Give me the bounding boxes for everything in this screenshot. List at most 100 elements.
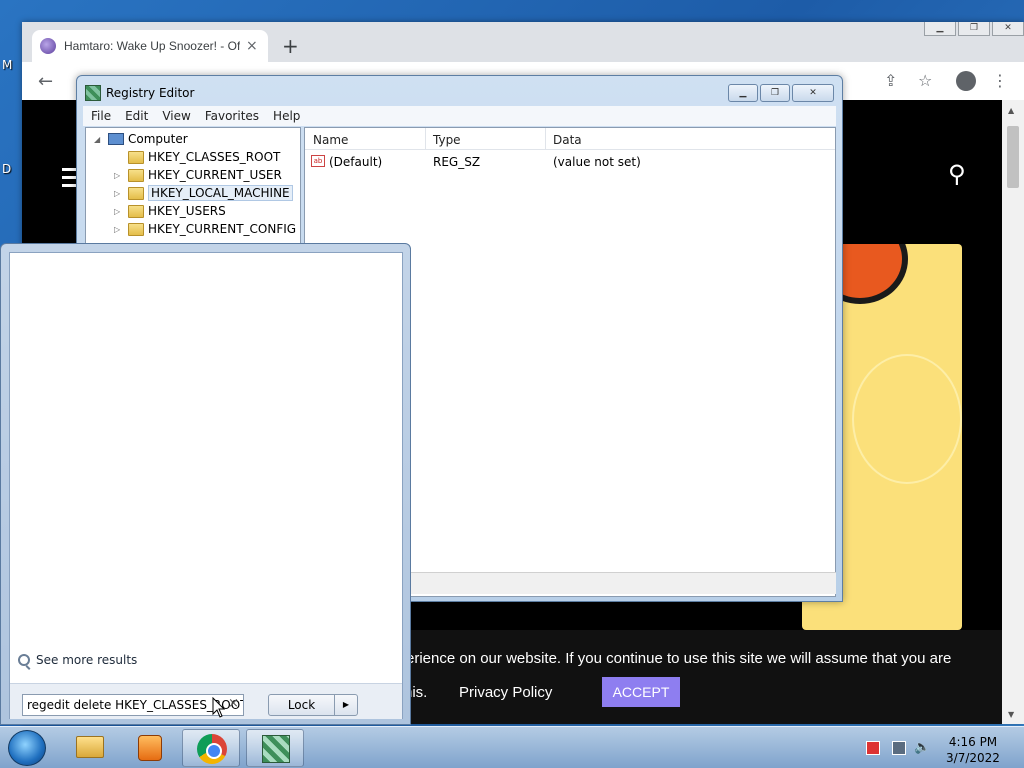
menu-edit[interactable]: Edit: [125, 109, 148, 123]
close-button[interactable]: ✕: [992, 22, 1024, 36]
lock-button[interactable]: Lock ▶: [268, 694, 358, 716]
start-button[interactable]: [8, 730, 46, 766]
accept-button[interactable]: ACCEPT: [602, 677, 680, 707]
privacy-policy-link[interactable]: Privacy Policy: [459, 684, 552, 701]
desktop-label: M: [2, 58, 13, 72]
outer-window-caption: ▁ ❐ ✕: [922, 22, 1024, 36]
tab-title: Hamtaro: Wake Up Snoozer! - Of: [64, 39, 240, 53]
share-icon[interactable]: ⇪: [884, 71, 897, 90]
column-divider[interactable]: [425, 128, 426, 150]
tree-node-label: HKEY_LOCAL_MACHINE: [148, 185, 293, 201]
system-clock[interactable]: 4:16 PM 3/7/2022: [938, 734, 1008, 766]
tree-node-hkcu[interactable]: ▷ HKEY_CURRENT_USER: [114, 166, 282, 184]
maximize-button[interactable]: ❐: [760, 84, 790, 102]
tree-node-label: HKEY_CURRENT_USER: [148, 168, 282, 182]
expand-arrow-icon[interactable]: ▷: [114, 207, 124, 216]
regedit-icon: [262, 735, 290, 763]
clock-date: 3/7/2022: [946, 751, 1000, 765]
tree-node-hku[interactable]: ▷ HKEY_USERS: [114, 202, 226, 220]
tree-node-hklm[interactable]: ▷ HKEY_LOCAL_MACHINE: [114, 184, 293, 202]
search-results-pane: See more results regedit delete HKEY_CLA…: [9, 252, 403, 719]
taskbar: 🔈 4:16 PM 3/7/2022: [0, 726, 1024, 768]
site-menu-icon[interactable]: [62, 168, 76, 188]
browser-tab[interactable]: Hamtaro: Wake Up Snoozer! - Of ×: [32, 30, 268, 62]
start-menu: See more results regedit delete HKEY_CLA…: [0, 243, 411, 725]
menu-bar: File Edit View Favorites Help: [83, 106, 836, 126]
site-favicon-icon: [40, 38, 56, 54]
minimize-button[interactable]: ▁: [924, 22, 956, 36]
menu-help[interactable]: Help: [273, 109, 300, 123]
tab-close-icon[interactable]: ×: [246, 38, 258, 54]
clear-search-icon[interactable]: ×: [228, 696, 239, 711]
column-header-name[interactable]: Name: [313, 133, 348, 147]
string-value-icon: ab: [311, 155, 325, 167]
collapse-arrow-icon[interactable]: ◢: [94, 135, 104, 144]
regedit-icon: [85, 85, 101, 101]
tree-node-label: Computer: [128, 132, 188, 146]
folder-icon: [76, 736, 104, 758]
menu-favorites[interactable]: Favorites: [205, 109, 259, 123]
profile-avatar-icon[interactable]: [956, 71, 976, 91]
mouse-cursor-icon: [212, 697, 226, 718]
expand-arrow-icon[interactable]: ▷: [114, 225, 124, 234]
column-header-data[interactable]: Data: [553, 133, 582, 147]
close-button[interactable]: ✕: [792, 84, 834, 102]
window-title: Registry Editor: [106, 86, 195, 100]
table-row[interactable]: ab (Default) REG_SZ (value not set): [309, 153, 829, 171]
folder-icon: [128, 204, 144, 218]
site-search-icon[interactable]: ⚲: [948, 160, 966, 188]
menu-kebab-icon[interactable]: ⋮: [992, 71, 1008, 90]
column-divider[interactable]: [545, 128, 546, 150]
page-scrollbar[interactable]: ▲ ▼: [1002, 100, 1024, 724]
value-type: REG_SZ: [433, 155, 481, 169]
see-more-results-link[interactable]: See more results: [18, 653, 137, 667]
taskbar-chrome[interactable]: [182, 729, 240, 767]
expand-arrow-icon[interactable]: ▷: [114, 189, 124, 198]
hero-pattern-shape: [852, 354, 962, 484]
network-icon[interactable]: [892, 741, 906, 755]
computer-icon: [108, 133, 124, 145]
taskbar-regedit[interactable]: [246, 729, 304, 767]
minimize-button[interactable]: ▁: [728, 84, 758, 102]
folder-icon: [128, 150, 144, 164]
window-caption-buttons: ▁ ❐ ✕: [726, 84, 834, 102]
new-tab-button[interactable]: +: [282, 34, 299, 58]
tree-node-label: HKEY_CLASSES_ROOT: [148, 150, 281, 164]
search-input[interactable]: regedit delete HKEY_CLASSES_ROOT: [22, 694, 244, 716]
scroll-up-icon[interactable]: ▲: [1008, 106, 1014, 115]
cookie-message: erience on our website. If you continue …: [406, 650, 952, 667]
volume-icon[interactable]: 🔈: [914, 741, 930, 755]
scroll-down-icon[interactable]: ▼: [1008, 710, 1014, 719]
scroll-thumb[interactable]: [1007, 126, 1019, 188]
search-icon: [18, 654, 30, 666]
taskbar-explorer[interactable]: [60, 729, 118, 767]
tree-node-label: HKEY_CURRENT_CONFIG: [148, 222, 297, 236]
list-header: Name Type Data: [305, 128, 835, 150]
lock-label[interactable]: Lock: [269, 695, 335, 715]
chrome-icon: [197, 734, 227, 764]
power-options-arrow-icon[interactable]: ▶: [335, 695, 357, 715]
column-header-type[interactable]: Type: [433, 133, 461, 147]
value-data: (value not set): [553, 155, 641, 169]
tree-node-hkcc[interactable]: ▷ HKEY_CURRENT_CONFIG: [114, 220, 296, 238]
back-arrow-icon[interactable]: ←: [38, 71, 53, 92]
value-name: (Default): [329, 155, 383, 169]
expand-arrow-icon[interactable]: ▷: [114, 171, 124, 180]
media-player-icon: [138, 735, 162, 761]
menu-file[interactable]: File: [91, 109, 111, 123]
folder-icon: [128, 168, 144, 182]
see-more-label: See more results: [36, 653, 138, 667]
folder-icon: [128, 222, 144, 236]
maximize-button[interactable]: ❐: [958, 22, 990, 36]
menu-view[interactable]: View: [162, 109, 190, 123]
taskbar-media-player[interactable]: [120, 729, 178, 767]
bookmark-star-icon[interactable]: ☆: [918, 71, 932, 90]
folder-icon: [128, 186, 144, 200]
clock-time: 4:16 PM: [948, 735, 998, 749]
tree-node-hkcr[interactable]: HKEY_CLASSES_ROOT: [114, 148, 280, 166]
tree-node-computer[interactable]: ◢ Computer: [94, 130, 188, 148]
action-center-icon[interactable]: [866, 741, 880, 755]
start-menu-footer: regedit delete HKEY_CLASSES_ROOT × Lock …: [10, 683, 402, 719]
tree-node-label: HKEY_USERS: [148, 204, 226, 218]
desktop-label: D: [2, 162, 12, 176]
